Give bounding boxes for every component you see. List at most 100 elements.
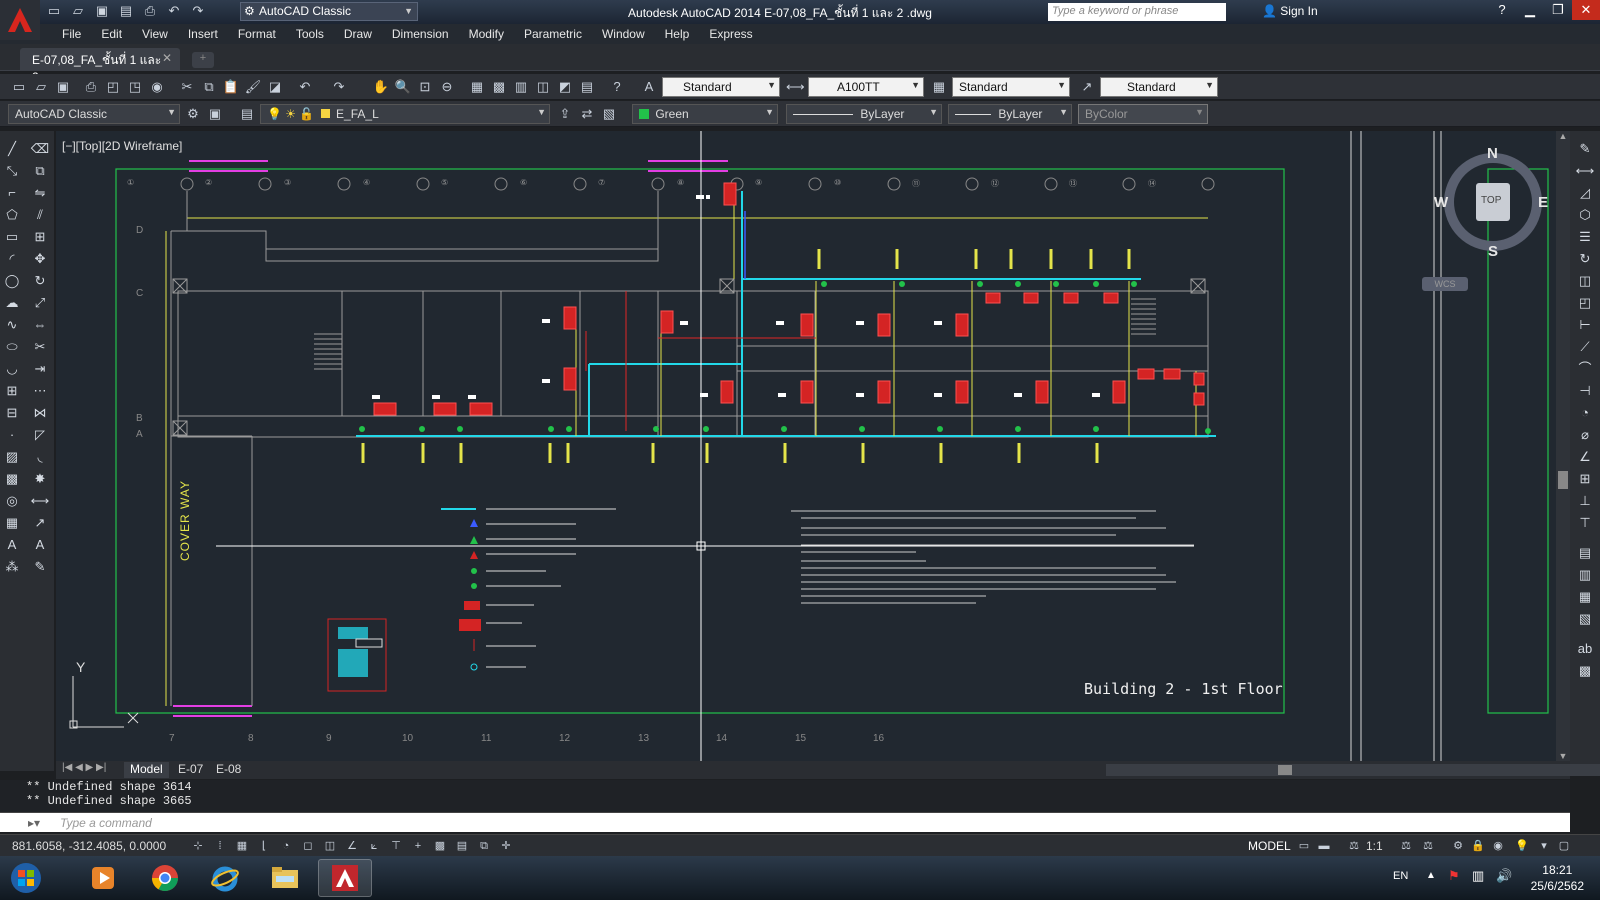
compass-east[interactable]: E [1538,194,1548,211]
menu-draw[interactable]: Draw [334,24,382,44]
viewcube[interactable]: N S E W TOP [1434,143,1552,261]
multileader-style-icon[interactable]: ↗ [1078,78,1096,96]
hatch-icon[interactable]: ▨ [2,447,22,467]
hscroll-thumb[interactable] [1278,765,1292,775]
list-icon[interactable]: ☰ [1575,227,1595,247]
workspace-toolbar-select[interactable]: AutoCAD Classic ▼ [8,104,180,124]
dimension-icon[interactable]: ⟷ [30,491,50,511]
media-player-taskbar-icon[interactable] [76,859,130,897]
menu-dimension[interactable]: Dimension [382,24,459,44]
horizontal-scrollbar[interactable] [1106,764,1600,776]
scroll-down-icon[interactable]: ▼ [1556,751,1570,761]
dim-style-icon[interactable]: ⟷ [786,78,805,96]
action-center-icon[interactable]: ⚑ [1448,868,1460,884]
block-editor-icon[interactable]: ◪ [266,78,284,96]
make-block-icon[interactable]: ⊟ [2,403,22,423]
open-icon[interactable]: ▱ [32,78,50,96]
dimension-radius-icon[interactable]: ◔ [1575,403,1595,423]
status-menu-icon[interactable]: ▾ [1536,838,1552,854]
transparency-icon[interactable]: ▩ [432,838,448,854]
draw-order-icon[interactable]: ▤ [1575,543,1595,563]
quick-properties-icon[interactable]: ▤ [454,838,470,854]
color-select[interactable]: Green ▼ [632,104,778,124]
add-selected-icon[interactable]: ⁂ [2,557,22,577]
isolate-objects-icon[interactable]: 💡 [1514,838,1530,854]
dimension-diameter-icon[interactable]: ⌀ [1575,425,1595,445]
multileader-style-select[interactable]: Standard ▼ [1100,77,1218,97]
application-menu-button[interactable] [0,0,40,40]
quick-dimension-icon[interactable]: ⊞ [1575,469,1595,489]
layer-previous-icon[interactable]: ⇄ [578,105,596,123]
command-input[interactable]: ▸▾ Type a command [0,812,1570,832]
dimension-aligned-icon[interactable]: ⟋ [1575,337,1595,357]
viewcube-top-face[interactable]: TOP [1481,195,1501,206]
tab-nav-first-icon[interactable]: |◀ ◀ ▶ ▶| [62,762,106,773]
table-style-select[interactable]: Standard ▼ [952,77,1070,97]
menu-parametric[interactable]: Parametric [514,24,592,44]
mass-properties-icon[interactable]: ⬡ [1575,205,1595,225]
abc-icon[interactable]: ab [1575,639,1595,659]
line-icon[interactable]: ╱ [2,139,22,159]
dynamic-input-icon[interactable]: ⊤ [388,838,404,854]
stretch-icon[interactable]: ⇔ [30,315,50,335]
polar-tracking-icon[interactable]: ◔ [278,838,294,854]
file-tab[interactable]: E-07,08_FA_ชั้นที่ 1 และ 2 ✕ [20,48,180,84]
selection-cycling-icon[interactable]: ⧉ [476,838,492,854]
baseline-icon[interactable]: ⊥ [1575,491,1595,511]
zoom-window-icon[interactable]: ⊡ [416,78,434,96]
explorer-taskbar-icon[interactable] [258,859,312,897]
distance-icon[interactable]: ⟷ [1575,161,1595,181]
polyline-icon[interactable]: ⌐ [2,183,22,203]
mtext-icon[interactable]: A [2,535,22,555]
object-snap-icon[interactable]: ◻ [300,838,316,854]
mirror-icon[interactable]: ⇋ [30,183,50,203]
polygon-icon[interactable]: ⬠ [2,205,22,225]
arc-icon[interactable]: ◜ [2,249,22,269]
dynamic-ucs-icon[interactable]: ⟀ [366,838,382,854]
3d-object-snap-icon[interactable]: ◫ [322,838,338,854]
sheet-set-icon[interactable]: ◫ [534,78,552,96]
system-clock[interactable]: 18:21 25/6/2562 [1531,862,1584,894]
break-icon[interactable]: ⋯ [30,381,50,401]
table-icon[interactable]: ▦ [2,513,22,533]
region-icon[interactable]: ◎ [2,491,22,511]
pencil-icon[interactable]: ✎ [1575,139,1595,159]
dimension-arc-icon[interactable]: ⌒ [1575,359,1595,379]
text-icon[interactable]: A [30,535,50,555]
explode-icon[interactable]: ✸ [30,469,50,489]
publish-icon[interactable]: ◳ [126,78,144,96]
lineweight-icon[interactable]: + [410,838,426,854]
close-icon[interactable]: ✕ [162,51,172,65]
menu-window[interactable]: Window [592,24,655,44]
network-icon[interactable]: ▥ [1472,868,1484,884]
gear-icon[interactable]: ⚙ [1450,838,1466,854]
edit-text-icon[interactable]: ✎ [30,557,50,577]
drawing-canvas[interactable]: [−][Top][2D Wireframe] Y ① ② ③ ④ ⑤ ⑥ ⑦ ⑧… [56,131,1570,761]
plotstyle-select[interactable]: ByColor ▼ [1078,104,1208,124]
gradient-icon[interactable]: ▩ [2,469,22,489]
menu-modify[interactable]: Modify [459,24,514,44]
annotation-monitor-icon[interactable]: ✛ [498,838,514,854]
hardware-acceleration-icon[interactable]: ◉ [1490,838,1506,854]
lock-ui-icon[interactable]: 🔒 [1470,838,1486,854]
object-snap-tracking-icon[interactable]: ∠ [344,838,360,854]
print-icon[interactable]: ⎙ [82,78,100,96]
save-icon[interactable]: ▣ [92,2,112,20]
globe-icon[interactable]: ◉ [148,78,166,96]
point-icon[interactable]: · [2,425,22,445]
tool-palettes-icon[interactable]: ▥ [512,78,530,96]
quick-view-layouts-icon[interactable]: ▭ [1296,838,1312,854]
annotation-scale-icon[interactable]: ⚖ [1346,838,1362,854]
chamfer-icon[interactable]: ◸ [30,425,50,445]
scroll-thumb[interactable] [1558,471,1568,489]
continue-icon[interactable]: ⊤ [1575,513,1595,533]
spline-icon[interactable]: ∿ [2,315,22,335]
new-tab-button[interactable]: + [192,52,214,68]
viewport-icon[interactable]: ◫ [1575,271,1595,291]
menu-tools[interactable]: Tools [286,24,334,44]
dimension-ordinate-icon[interactable]: ⊣ [1575,381,1595,401]
workspace-select[interactable]: ⚙ AutoCAD Classic ▼ [240,2,418,21]
extend-icon[interactable]: ⇥ [30,359,50,379]
undo-icon[interactable]: ↶ [164,2,184,20]
revcloud-icon[interactable]: ☁ [2,293,22,313]
